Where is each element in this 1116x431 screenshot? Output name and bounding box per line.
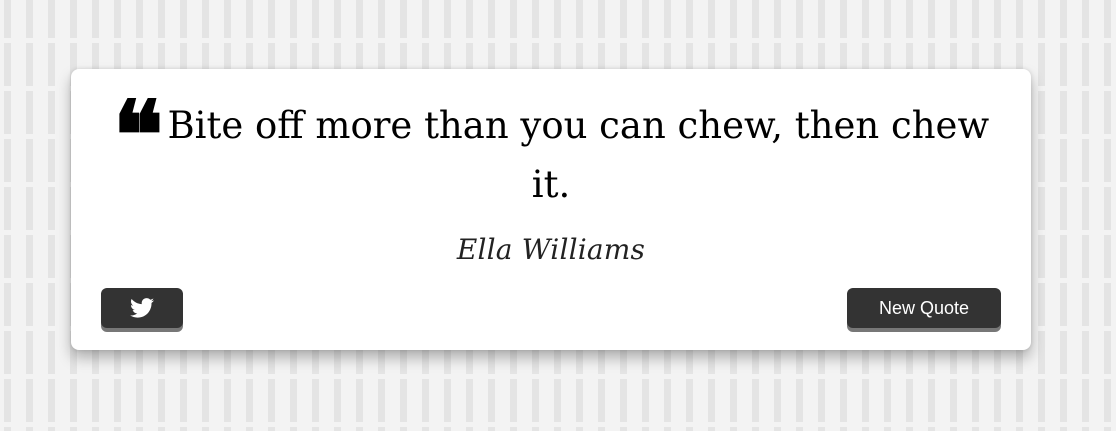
new-quote-button[interactable]: New Quote [847, 288, 1001, 328]
tweet-quote-button[interactable] [101, 288, 183, 328]
quote-author: Ella Williams [456, 233, 646, 266]
quote-area: ❝ Bite off more than you can chew, then c… [111, 81, 991, 214]
quote-left-icon: ❝ [112, 81, 164, 191]
twitter-bird-icon [130, 298, 154, 318]
quote-text: Bite off more than you can chew, then ch… [167, 104, 990, 206]
quote-box: ❝ Bite off more than you can chew, then c… [71, 69, 1031, 350]
